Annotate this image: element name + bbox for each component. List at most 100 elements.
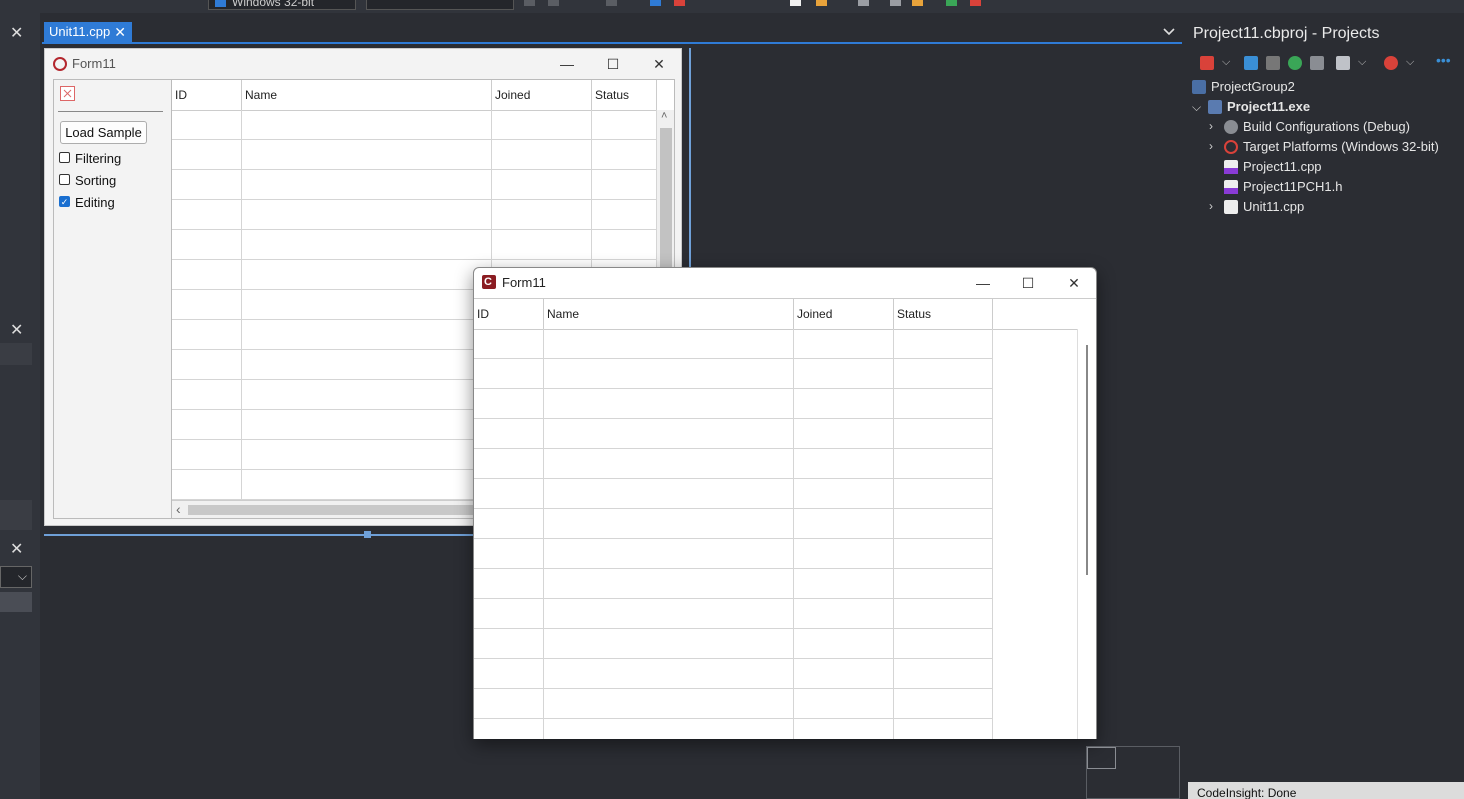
table-cell[interactable] — [544, 509, 794, 539]
table-row[interactable] — [474, 479, 993, 509]
resize-handle[interactable] — [364, 531, 371, 538]
load-sample-button[interactable]: Load Sample — [60, 121, 147, 144]
table-cell[interactable] — [492, 230, 592, 260]
table-cell[interactable] — [474, 689, 544, 719]
tree-item-build-configurations[interactable]: Build Configurations (Debug) — [1243, 119, 1410, 134]
table-cell[interactable] — [242, 290, 492, 320]
stop-icon[interactable] — [674, 0, 685, 6]
table-cell[interactable] — [794, 419, 894, 449]
table-row[interactable] — [474, 389, 993, 419]
table-cell[interactable] — [474, 359, 544, 389]
table-cell[interactable] — [242, 350, 492, 380]
table-cell[interactable] — [242, 260, 492, 290]
dock-combo[interactable]: ⌵ — [0, 566, 32, 588]
table-row[interactable] — [474, 329, 993, 359]
options-icon[interactable] — [1266, 56, 1280, 70]
table-cell[interactable] — [172, 110, 242, 140]
column-header-joined[interactable]: Joined — [492, 80, 592, 110]
column-header-status[interactable]: Status — [894, 299, 993, 329]
table-cell[interactable] — [894, 599, 993, 629]
table-cell[interactable] — [172, 140, 242, 170]
debug-icon[interactable] — [524, 0, 535, 6]
table-cell[interactable] — [474, 419, 544, 449]
table-cell[interactable] — [794, 629, 894, 659]
table-cell[interactable] — [894, 629, 993, 659]
table-cell[interactable] — [172, 260, 242, 290]
table-cell[interactable] — [794, 329, 894, 359]
table-cell[interactable] — [242, 440, 492, 470]
scrollbar-thumb[interactable] — [188, 505, 488, 515]
column-header-id[interactable]: ID — [474, 299, 544, 329]
table-cell[interactable] — [474, 509, 544, 539]
table-cell[interactable] — [794, 599, 894, 629]
table-cell[interactable] — [544, 719, 794, 739]
table-cell[interactable] — [544, 599, 794, 629]
breakpoint-icon[interactable] — [606, 0, 617, 6]
table-cell[interactable] — [794, 569, 894, 599]
scroll-up-icon[interactable]: ˄ — [661, 110, 667, 122]
editing-checkbox[interactable]: ✓ Editing — [54, 195, 172, 211]
close-button[interactable]: ✕ — [1051, 268, 1097, 298]
vertical-scrollbar[interactable] — [1077, 329, 1096, 739]
table-cell[interactable] — [172, 350, 242, 380]
table-row[interactable] — [474, 659, 993, 689]
table-row[interactable] — [474, 629, 993, 659]
table-cell[interactable] — [794, 359, 894, 389]
table-cell[interactable] — [242, 230, 492, 260]
table-cell[interactable] — [894, 539, 993, 569]
table-cell[interactable] — [794, 539, 894, 569]
table-cell[interactable] — [894, 719, 993, 739]
title-bar[interactable]: Form11 — ☐ ✕ — [45, 49, 681, 79]
chevron-right-icon[interactable]: › — [1209, 139, 1213, 153]
table-cell[interactable] — [242, 320, 492, 350]
tree-item-unit-cpp[interactable]: Unit11.cpp — [1243, 199, 1304, 214]
table-cell[interactable] — [172, 290, 242, 320]
table-cell[interactable] — [544, 419, 794, 449]
running-form-window[interactable]: C Form11 — ☐ ✕ ID Name Joined Status — [473, 267, 1097, 739]
table-row[interactable] — [474, 689, 993, 719]
tree-item-project-exe[interactable]: Project11.exe — [1227, 99, 1310, 114]
title-bar[interactable]: C Form11 — ☐ ✕ — [474, 268, 1096, 298]
table-cell[interactable] — [474, 329, 544, 359]
table-cell[interactable] — [592, 200, 657, 230]
tree-item-target-platforms[interactable]: Target Platforms (Windows 32-bit) — [1243, 139, 1439, 154]
scroll-left-icon[interactable]: ‹ — [176, 501, 181, 517]
table-cell[interactable] — [794, 659, 894, 689]
table-row[interactable] — [474, 359, 993, 389]
table-cell[interactable] — [242, 410, 492, 440]
save-all-icon[interactable] — [890, 0, 901, 6]
table-cell[interactable] — [592, 140, 657, 170]
table-row[interactable] — [172, 140, 657, 170]
table-cell[interactable] — [544, 629, 794, 659]
platform-icon[interactable] — [1384, 56, 1398, 70]
table-cell[interactable] — [172, 320, 242, 350]
table-cell[interactable] — [172, 230, 242, 260]
build-icon[interactable] — [1310, 56, 1324, 70]
table-cell[interactable] — [544, 389, 794, 419]
table-cell[interactable] — [544, 539, 794, 569]
sorting-checkbox[interactable]: Sorting — [54, 173, 172, 189]
running-data-grid[interactable]: ID Name Joined Status — [474, 298, 1096, 739]
column-header-name[interactable]: Name — [242, 80, 492, 110]
remove-file-icon[interactable] — [970, 0, 981, 6]
table-cell[interactable] — [894, 359, 993, 389]
table-cell[interactable] — [894, 509, 993, 539]
table-cell[interactable] — [544, 329, 794, 359]
table-row[interactable] — [474, 419, 993, 449]
table-cell[interactable] — [894, 569, 993, 599]
column-header-status[interactable]: Status — [592, 80, 657, 110]
chevron-right-icon[interactable]: › — [1209, 119, 1213, 133]
scrollbar-thumb[interactable] — [1086, 345, 1088, 575]
table-cell[interactable] — [592, 170, 657, 200]
table-cell[interactable] — [172, 410, 242, 440]
table-cell[interactable] — [794, 449, 894, 479]
step-icon[interactable] — [548, 0, 559, 6]
table-cell[interactable] — [474, 569, 544, 599]
table-cell[interactable] — [544, 659, 794, 689]
table-cell[interactable] — [794, 479, 894, 509]
table-row[interactable] — [474, 449, 993, 479]
table-cell[interactable] — [894, 479, 993, 509]
table-cell[interactable] — [894, 449, 993, 479]
tree-item-projectgroup[interactable]: ProjectGroup2 — [1211, 79, 1295, 94]
open-project-icon[interactable] — [912, 0, 923, 6]
